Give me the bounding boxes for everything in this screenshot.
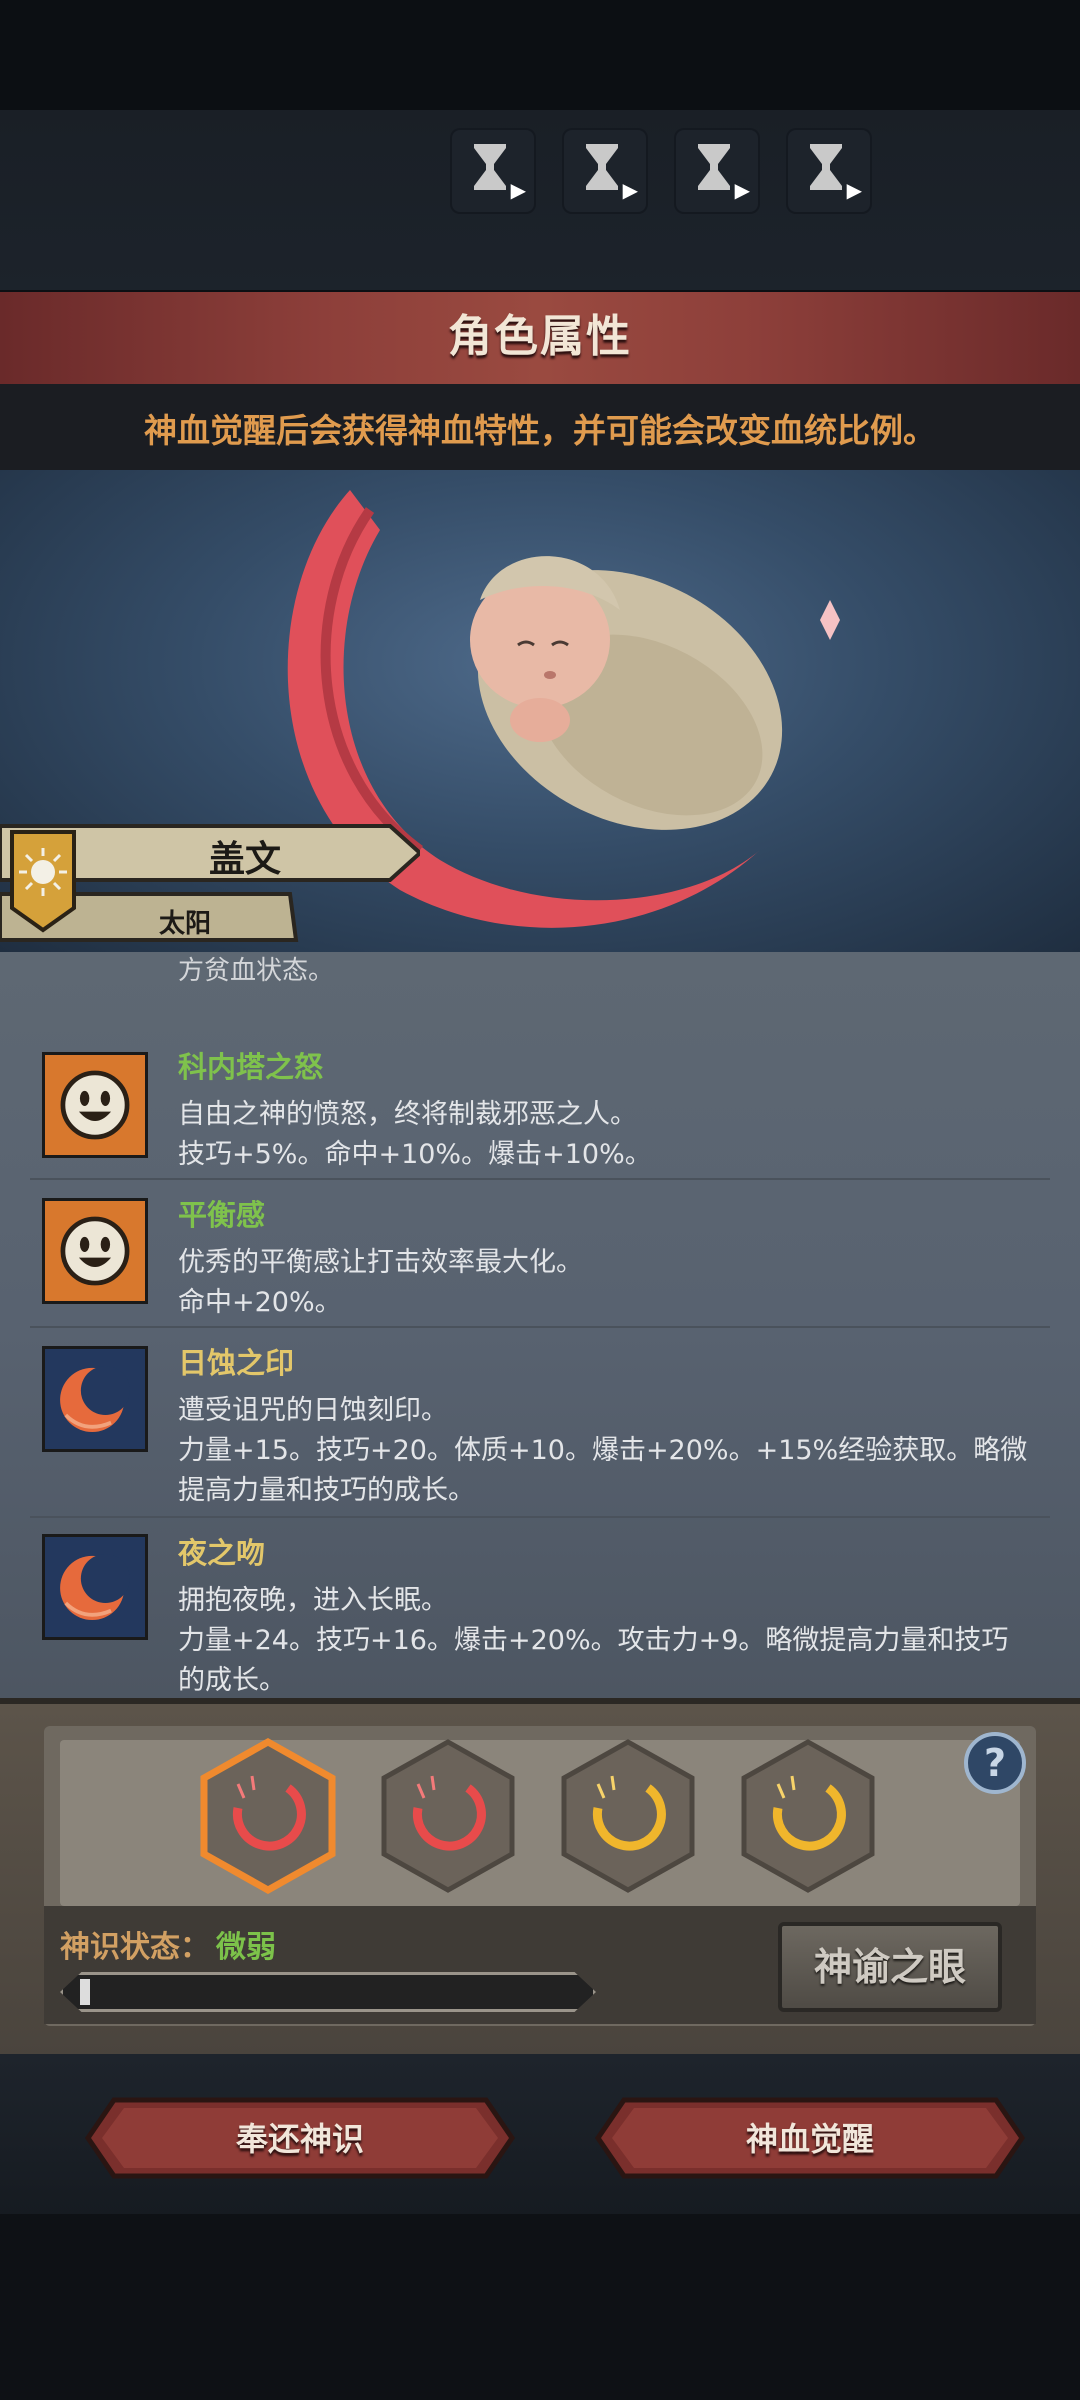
timer-slot-4[interactable]: ▶	[786, 128, 872, 214]
character-name: 盖文	[208, 839, 281, 880]
play-icon: ▶	[846, 178, 862, 202]
timer-slot-2[interactable]: ▶	[562, 128, 648, 214]
trait-cut-line: 方贫血状态。	[178, 956, 335, 986]
play-icon: ▶	[734, 178, 750, 202]
trait-description: 优秀的平衡感让打击效率最大化。	[178, 1247, 583, 1278]
trait-name: 夜之吻	[178, 1536, 266, 1570]
trait-description: 自由之神的愤怒，终将制裁邪恶之人。	[178, 1099, 637, 1130]
smiley-face-icon	[42, 1198, 148, 1304]
trait-description: 遭受诅咒的日蚀刻印。	[178, 1395, 448, 1426]
trait-name: 平衡感	[178, 1198, 266, 1232]
trait-description: 拥抱夜晚，进入长眠。	[178, 1585, 448, 1616]
crescent-moon-icon	[42, 1534, 148, 1640]
play-icon: ▶	[510, 178, 526, 202]
sun-emblem-icon	[10, 830, 76, 933]
hint-text: 神血觉醒后会获得神血特性，并可能会改变血统比例。	[144, 411, 936, 450]
timer-bar	[0, 110, 1080, 290]
status-progress-fill	[80, 1979, 90, 2005]
hourglass-icon	[698, 144, 730, 190]
divider	[30, 1326, 1050, 1328]
trait-list[interactable]	[0, 952, 1080, 1698]
trait-stats: 力量+15。技巧+20。体质+10。爆击+20%。+15%经验获取。略微	[178, 1435, 1028, 1466]
timer-slot-1[interactable]: ▶	[450, 128, 536, 214]
timer-slot-3[interactable]: ▶	[674, 128, 760, 214]
hourglass-icon	[586, 144, 618, 190]
oracle-eye-button[interactable]: 神谕之眼	[778, 1922, 1002, 2012]
return-divine-sense-label: 奉还神识	[235, 2120, 364, 2158]
slot-3[interactable]	[558, 1738, 698, 1894]
status-value: 微弱	[216, 1930, 276, 1965]
trait-stats-cont: 提高力量和技巧的成长。	[178, 1475, 475, 1506]
hourglass-icon	[810, 144, 842, 190]
slot-2[interactable]	[378, 1738, 518, 1894]
slot-4[interactable]	[738, 1738, 878, 1894]
crescent-moon-icon	[42, 1346, 148, 1452]
trait-stats: 命中+20%。	[178, 1287, 342, 1318]
trait-name: 日蚀之印	[178, 1346, 295, 1380]
status-label: 神识状态：	[60, 1930, 210, 1965]
divider	[30, 1516, 1050, 1518]
bottom-area	[0, 2214, 1080, 2400]
status-progress-bar	[60, 1972, 596, 2012]
play-icon: ▶	[622, 178, 638, 202]
smiley-face-icon	[42, 1052, 148, 1158]
trait-stats: 力量+24。技巧+16。爆击+20%。攻击力+9。略微提高力量和技巧	[178, 1625, 1009, 1656]
hourglass-icon	[474, 144, 506, 190]
trait-stats-cont: 的成长。	[178, 1665, 286, 1696]
trait-stats: 技巧+5%。命中+10%。爆击+10%。	[178, 1139, 652, 1170]
divider	[30, 1178, 1050, 1180]
divine-blood-awaken-label: 神血觉醒	[745, 2120, 874, 2158]
help-button[interactable]: ?	[964, 1732, 1026, 1794]
page-title: 角色属性	[448, 311, 632, 362]
character-subtitle: 太阳	[158, 909, 211, 939]
slot-1-selected[interactable]	[198, 1738, 338, 1894]
trait-name: 科内塔之怒	[178, 1050, 324, 1084]
